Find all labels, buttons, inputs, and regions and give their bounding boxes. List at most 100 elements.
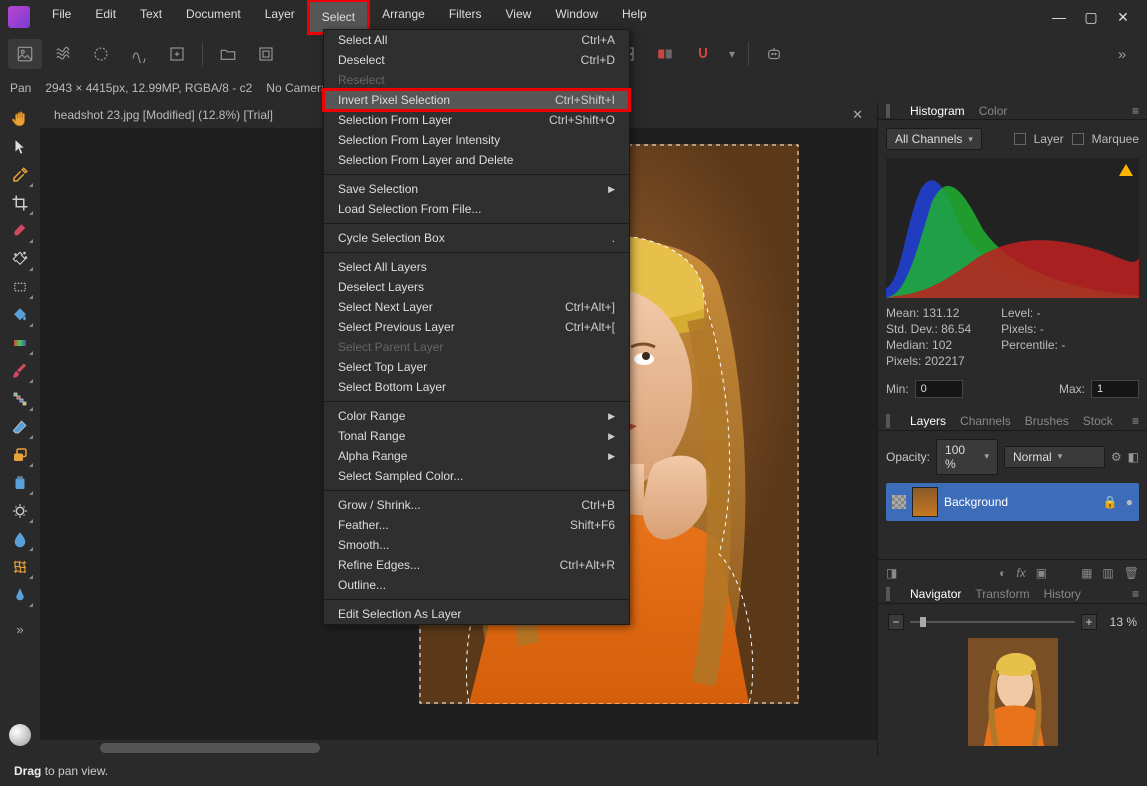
add-layer-icon[interactable]: ▦ bbox=[1081, 566, 1092, 580]
menu-item-deselect[interactable]: DeselectCtrl+D bbox=[324, 50, 629, 70]
menu-layer[interactable]: Layer bbox=[253, 0, 307, 35]
tab-color[interactable]: Color bbox=[979, 104, 1008, 118]
panel-menu-icon[interactable]: ≡ bbox=[1132, 104, 1139, 118]
mask-layer-icon[interactable]: ◨ bbox=[886, 566, 897, 580]
layer-item[interactable]: Background 🔒 ● bbox=[886, 483, 1139, 521]
menu-item-load-selection-from-file[interactable]: Load Selection From File... bbox=[324, 199, 629, 219]
clone-tool[interactable] bbox=[4, 442, 36, 468]
zoom-slider[interactable] bbox=[910, 621, 1075, 623]
menu-item-select-sampled-color[interactable]: Select Sampled Color... bbox=[324, 466, 629, 486]
blend-mode-dropdown[interactable]: Normal bbox=[1004, 446, 1105, 468]
menu-item-save-selection[interactable]: Save Selection▶ bbox=[324, 179, 629, 199]
close-tab-icon[interactable]: ✕ bbox=[852, 107, 863, 123]
menu-item-select-all[interactable]: Select AllCtrl+A bbox=[324, 30, 629, 50]
channels-dropdown[interactable]: All Channels bbox=[886, 128, 982, 150]
zoom-in-button[interactable]: + bbox=[1081, 614, 1097, 630]
selection-brush-tool[interactable] bbox=[4, 218, 36, 244]
dodge-tool[interactable] bbox=[4, 498, 36, 524]
crop-layer-icon[interactable]: ▣ bbox=[1036, 566, 1047, 580]
menu-item-alpha-range[interactable]: Alpha Range▶ bbox=[324, 446, 629, 466]
tab-history[interactable]: History bbox=[1044, 587, 1081, 601]
menu-item-color-range[interactable]: Color Range▶ bbox=[324, 406, 629, 426]
panel-menu-icon[interactable]: ≡ bbox=[1132, 587, 1139, 601]
menu-item-edit-selection-as-layer[interactable]: Edit Selection As Layer bbox=[324, 604, 629, 624]
tab-navigator[interactable]: Navigator bbox=[910, 587, 961, 601]
erase-tool[interactable] bbox=[4, 414, 36, 440]
gradient-tool[interactable] bbox=[4, 330, 36, 356]
tab-stock[interactable]: Stock bbox=[1083, 414, 1113, 428]
menu-item-smooth[interactable]: Smooth... bbox=[324, 535, 629, 555]
layer-visibility-checkbox[interactable] bbox=[892, 495, 906, 509]
minimize-button[interactable]: — bbox=[1051, 9, 1067, 25]
marquee-tool[interactable] bbox=[4, 274, 36, 300]
menu-item-select-next-layer[interactable]: Select Next LayerCtrl+Alt+] bbox=[324, 297, 629, 317]
menu-edit[interactable]: Edit bbox=[83, 0, 128, 35]
menu-item-selection-from-layer-and-delete[interactable]: Selection From Layer and Delete bbox=[324, 150, 629, 170]
menu-item-selection-from-layer-intensity[interactable]: Selection From Layer Intensity bbox=[324, 130, 629, 150]
expand-tools[interactable]: » bbox=[4, 616, 36, 642]
inpaint-tool[interactable] bbox=[4, 470, 36, 496]
paint-brush-tool[interactable] bbox=[4, 358, 36, 384]
marquee-checkbox[interactable] bbox=[1072, 133, 1084, 145]
delete-layer-icon[interactable]: 🗑 bbox=[1124, 566, 1139, 580]
tab-brushes[interactable]: Brushes bbox=[1025, 414, 1069, 428]
pan-tool[interactable] bbox=[4, 106, 36, 132]
menu-file[interactable]: File bbox=[40, 0, 83, 35]
zoom-slider-thumb[interactable] bbox=[920, 617, 926, 627]
toolbar-inpaint-icon[interactable] bbox=[249, 39, 283, 69]
menu-item-feather[interactable]: Feather...Shift+F6 bbox=[324, 515, 629, 535]
menu-item-tonal-range[interactable]: Tonal Range▶ bbox=[324, 426, 629, 446]
toolbar-assistant-icon[interactable] bbox=[757, 39, 791, 69]
gear-icon[interactable]: ⚙ bbox=[1111, 450, 1122, 464]
menu-text[interactable]: Text bbox=[128, 0, 174, 35]
menu-document[interactable]: Document bbox=[174, 0, 253, 35]
opacity-field[interactable]: 100 % bbox=[936, 439, 998, 475]
min-field[interactable] bbox=[915, 380, 963, 398]
max-field[interactable] bbox=[1091, 380, 1139, 398]
blur-tool[interactable] bbox=[4, 526, 36, 552]
menu-item-refine-edges[interactable]: Refine Edges...Ctrl+Alt+R bbox=[324, 555, 629, 575]
menu-item-cycle-selection-box[interactable]: Cycle Selection Box. bbox=[324, 228, 629, 248]
menu-item-selection-from-layer[interactable]: Selection From LayerCtrl+Shift+O bbox=[324, 110, 629, 130]
menu-item-invert-pixel-selection[interactable]: Invert Pixel SelectionCtrl+Shift+I bbox=[324, 90, 629, 110]
tab-layers[interactable]: Layers bbox=[910, 414, 946, 428]
lock-icon[interactable]: 🔒 bbox=[1103, 495, 1118, 509]
flood-fill-tool[interactable] bbox=[4, 302, 36, 328]
layer-options-icon[interactable]: ◧ bbox=[1128, 450, 1139, 464]
group-layer-icon[interactable]: ▥ bbox=[1102, 566, 1113, 580]
tab-channels[interactable]: Channels bbox=[960, 414, 1011, 428]
maximize-button[interactable]: ▢ bbox=[1083, 9, 1099, 25]
menu-item-deselect-layers[interactable]: Deselect Layers bbox=[324, 277, 629, 297]
toolbar-dropdown-icon[interactable]: ▾ bbox=[724, 39, 740, 69]
color-swatch[interactable] bbox=[9, 724, 31, 746]
fx-icon[interactable]: fx bbox=[1016, 566, 1025, 580]
pixel-tool[interactable] bbox=[4, 386, 36, 412]
zoom-out-button[interactable]: − bbox=[888, 614, 904, 630]
adjust-layer-icon[interactable]: ◐ bbox=[999, 566, 1006, 580]
toolbar-more-icon[interactable]: » bbox=[1105, 39, 1139, 69]
persona-tone-icon[interactable] bbox=[122, 39, 156, 69]
persona-photo-icon[interactable] bbox=[8, 39, 42, 69]
menu-item-select-bottom-layer[interactable]: Select Bottom Layer bbox=[324, 377, 629, 397]
tab-histogram[interactable]: Histogram bbox=[910, 104, 965, 118]
menu-item-grow-shrink[interactable]: Grow / Shrink...Ctrl+B bbox=[324, 495, 629, 515]
persona-liquify-icon[interactable] bbox=[46, 39, 80, 69]
toolbar-open-icon[interactable] bbox=[211, 39, 245, 69]
navigator-thumbnail[interactable] bbox=[968, 638, 1058, 746]
scrollbar-thumb[interactable] bbox=[100, 743, 320, 753]
mesh-warp-tool[interactable] bbox=[4, 554, 36, 580]
persona-develop-icon[interactable] bbox=[84, 39, 118, 69]
pen-tool[interactable] bbox=[4, 582, 36, 608]
menu-item-select-all-layers[interactable]: Select All Layers bbox=[324, 257, 629, 277]
move-tool[interactable] bbox=[4, 134, 36, 160]
panel-menu-icon[interactable]: ≡ bbox=[1132, 414, 1139, 428]
menu-item-select-top-layer[interactable]: Select Top Layer bbox=[324, 357, 629, 377]
flood-select-tool[interactable] bbox=[4, 246, 36, 272]
menu-item-select-previous-layer[interactable]: Select Previous LayerCtrl+Alt+[ bbox=[324, 317, 629, 337]
toolbar-snapping-icon[interactable] bbox=[686, 39, 720, 69]
crop-tool[interactable] bbox=[4, 190, 36, 216]
tab-transform[interactable]: Transform bbox=[975, 587, 1029, 601]
layer-checkbox[interactable] bbox=[1014, 133, 1026, 145]
persona-export-icon[interactable] bbox=[160, 39, 194, 69]
close-button[interactable]: ✕ bbox=[1115, 9, 1131, 25]
